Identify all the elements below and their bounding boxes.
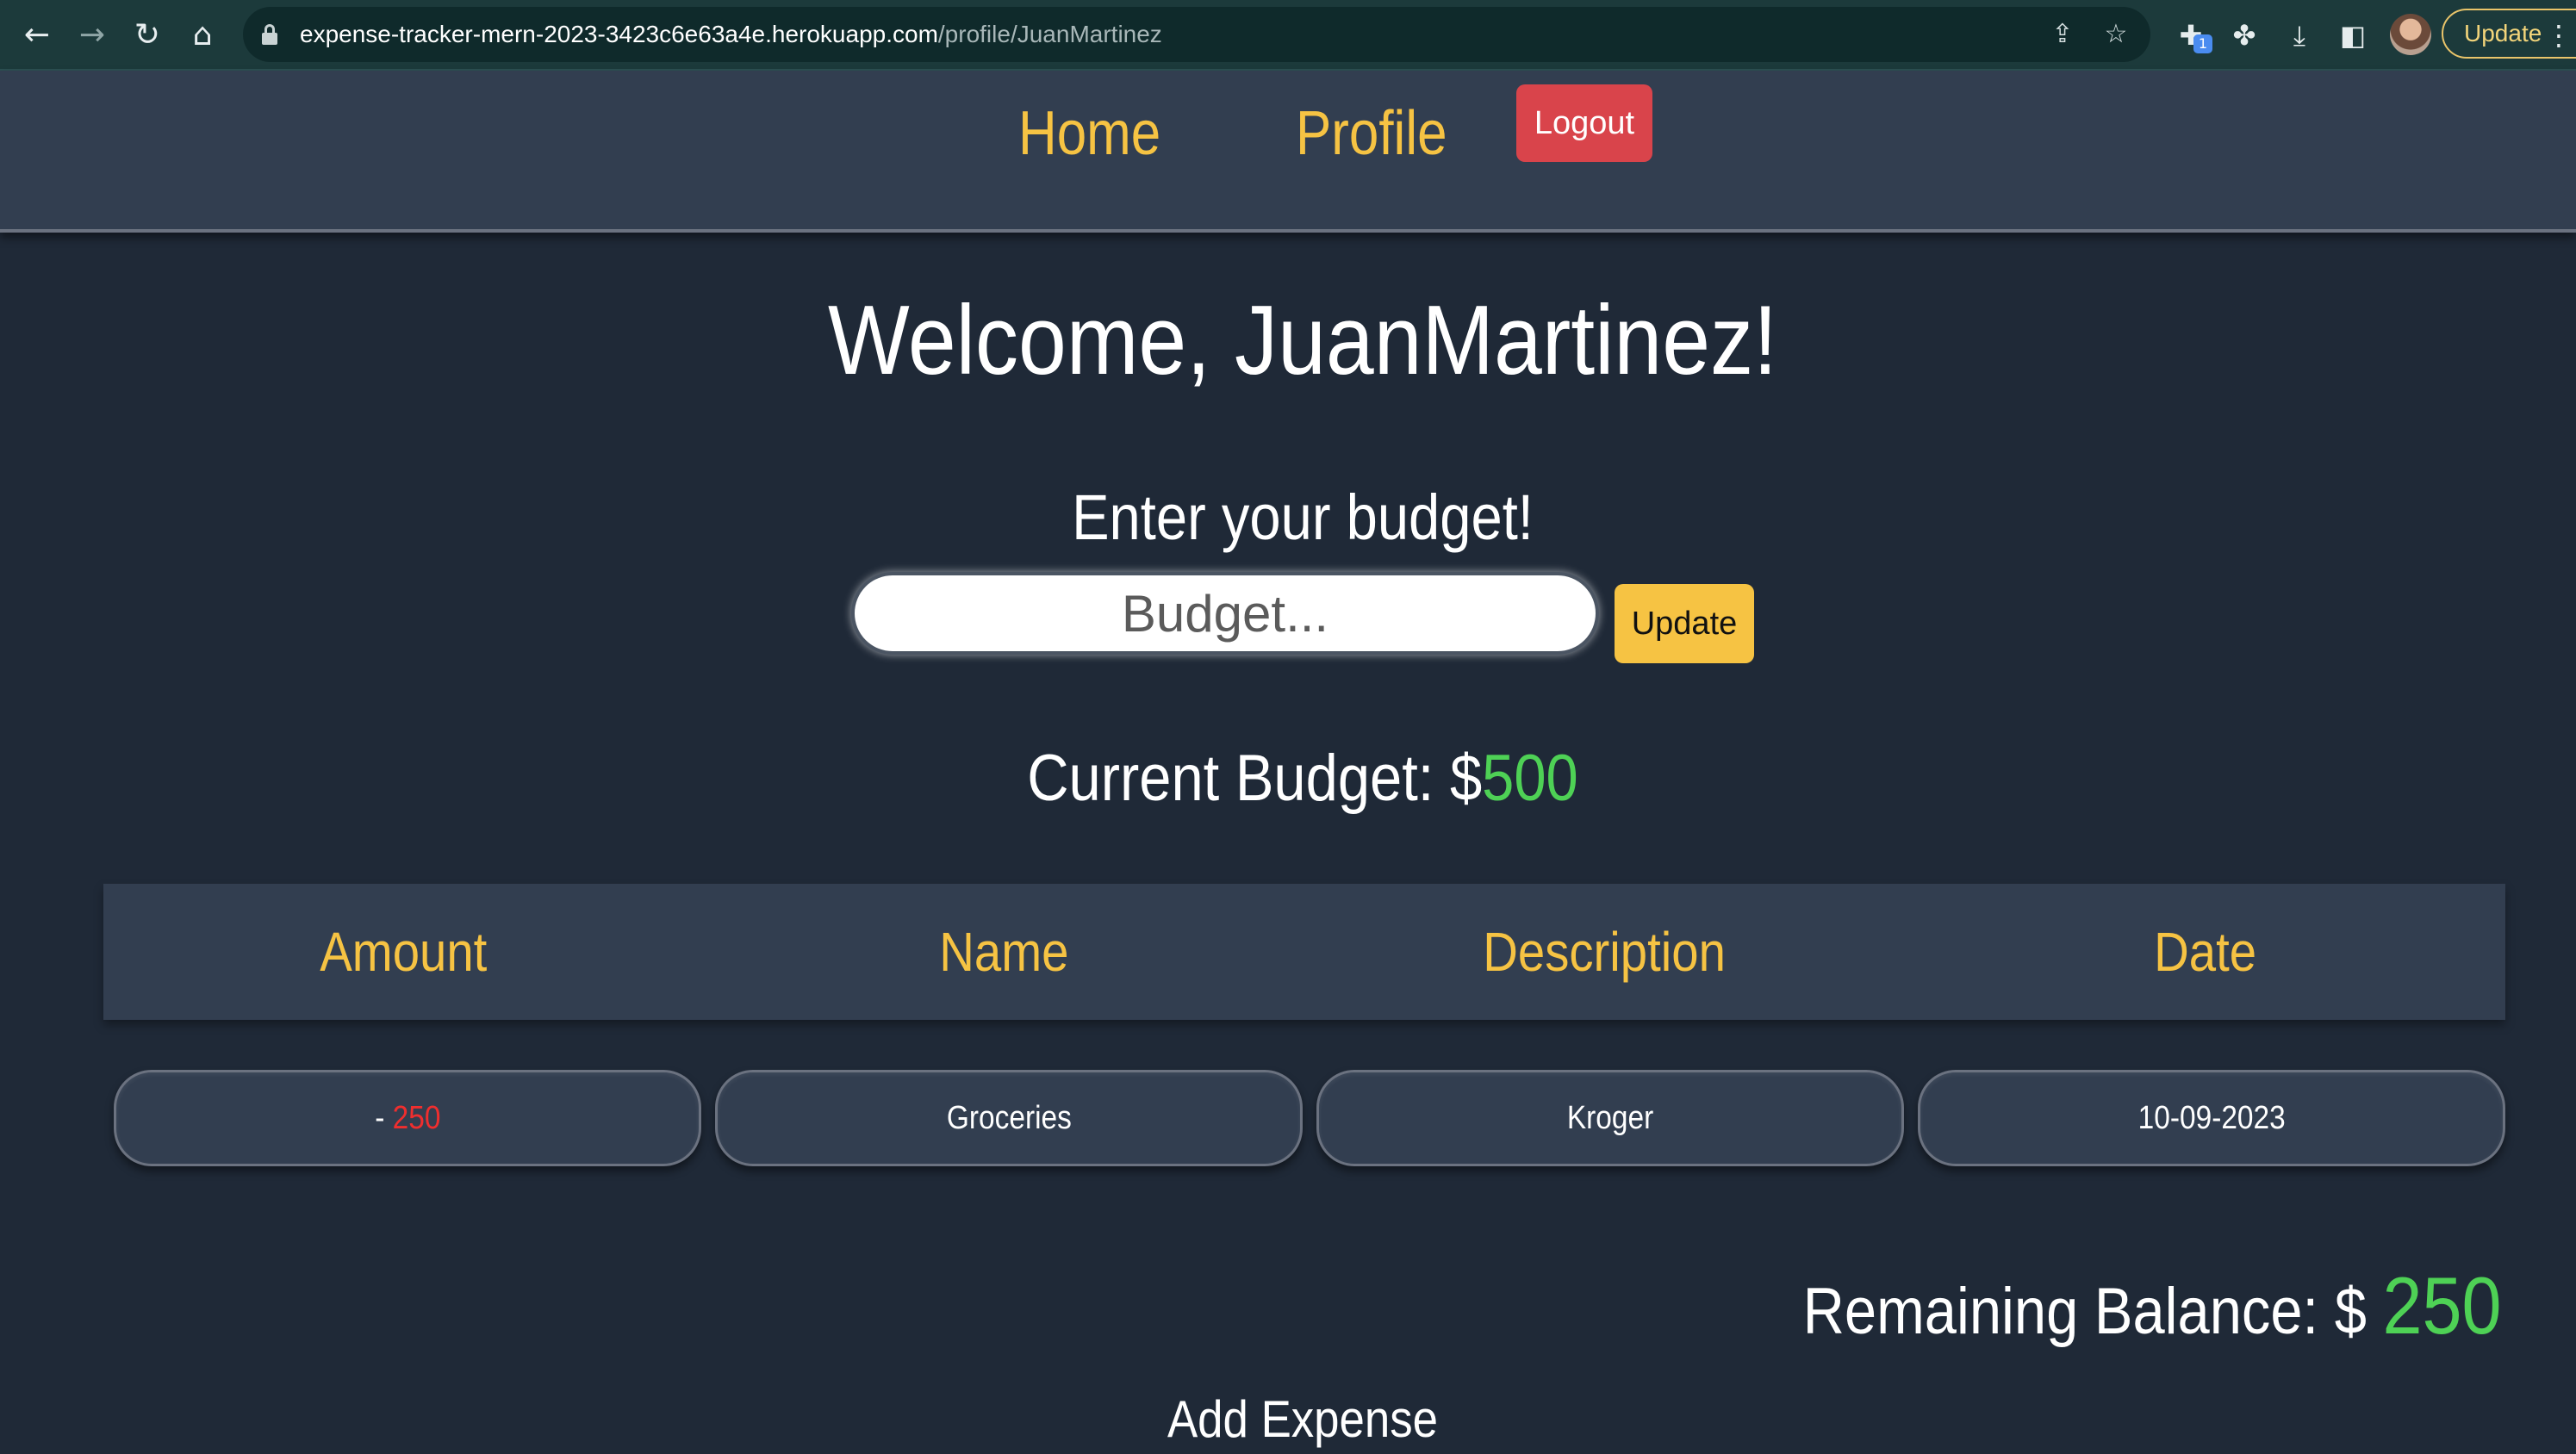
star-icon[interactable]: ☆ bbox=[2097, 16, 2135, 53]
address-bar[interactable]: expense-tracker-mern-2023-3423c6e63a4e.h… bbox=[243, 7, 2150, 62]
remaining-value: 250 bbox=[2382, 1260, 2502, 1351]
amount-value: 250 bbox=[392, 1100, 441, 1136]
lock-icon[interactable] bbox=[262, 24, 277, 45]
expense-date-cell: 10-09-2023 bbox=[1918, 1070, 2505, 1166]
current-budget-value: 500 bbox=[1482, 742, 1578, 815]
welcome-heading: Welcome, JuanMartinez! bbox=[827, 286, 1778, 395]
header-name-label: Name bbox=[939, 921, 1069, 983]
update-budget-button[interactable]: Update bbox=[1615, 584, 1754, 663]
expense-description-cell: Kroger bbox=[1316, 1070, 1904, 1166]
header-date: Date bbox=[1905, 884, 2505, 1020]
puzzle-icon[interactable]: ✤ bbox=[2224, 16, 2264, 55]
budget-input[interactable] bbox=[851, 572, 1599, 655]
current-budget: Current Budget: $500 bbox=[156, 737, 2448, 820]
expense-table-header: Amount Name Description Date bbox=[103, 884, 2505, 1020]
header-name: Name bbox=[704, 884, 1304, 1020]
back-icon[interactable]: ← bbox=[17, 16, 57, 55]
header-amount: Amount bbox=[103, 884, 704, 1020]
current-budget-label: Current Budget: $ bbox=[1027, 742, 1483, 815]
url-path: /profile/JuanMartinez bbox=[937, 21, 1162, 47]
url-text[interactable]: expense-tracker-mern-2023-3423c6e63a4e.h… bbox=[300, 7, 1162, 62]
reload-icon[interactable]: ↻ bbox=[128, 16, 167, 55]
remaining-balance: Remaining Balance: $ 250 bbox=[1803, 1254, 2502, 1364]
avatar[interactable] bbox=[2390, 14, 2431, 55]
expense-description: Kroger bbox=[1566, 1100, 1654, 1136]
browser-toolbar: ← → ↻ ⌂ expense-tracker-mern-2023-3423c6… bbox=[0, 0, 2576, 71]
amount-prefix: - bbox=[374, 1100, 393, 1136]
expense-amount: - 250 bbox=[375, 1072, 440, 1164]
logout-button[interactable]: Logout bbox=[1516, 84, 1652, 162]
url-host: expense-tracker-mern-2023-3423c6e63a4e.h… bbox=[300, 21, 938, 47]
home-icon[interactable]: ⌂ bbox=[183, 16, 222, 55]
extension-icon[interactable]: ✚ 1 bbox=[2171, 16, 2212, 55]
header-amount-label: Amount bbox=[320, 921, 488, 983]
expense-amount-cell: - 250 bbox=[114, 1070, 701, 1166]
expense-name-cell: Groceries bbox=[715, 1070, 1303, 1166]
browser-update-label: Update bbox=[2464, 20, 2542, 47]
site-navbar: Home Profile Logout bbox=[0, 71, 2576, 233]
header-description-label: Description bbox=[1483, 921, 1727, 983]
sidepanel-icon[interactable]: ◧ bbox=[2333, 16, 2373, 55]
header-description: Description bbox=[1304, 884, 1905, 1020]
add-expense-heading: Add Expense bbox=[1167, 1390, 1439, 1448]
remaining-label: Remaining Balance: $ bbox=[1803, 1275, 2383, 1348]
expense-name: Groceries bbox=[946, 1100, 1072, 1136]
budget-prompt: Enter your budget! bbox=[1072, 482, 1534, 553]
nav-profile-link[interactable]: Profile bbox=[1296, 96, 1447, 171]
forward-icon[interactable]: → bbox=[72, 16, 112, 55]
expense-date: 10-09-2023 bbox=[2137, 1100, 2286, 1136]
nav-home-link[interactable]: Home bbox=[1018, 96, 1160, 171]
download-icon[interactable]: ⤓ bbox=[2280, 16, 2319, 55]
more-icon[interactable]: ⋮ bbox=[2545, 16, 2573, 55]
header-date-label: Date bbox=[2154, 921, 2256, 983]
share-icon[interactable]: ⇪ bbox=[2044, 16, 2081, 53]
extension-badge: 1 bbox=[2193, 34, 2212, 53]
